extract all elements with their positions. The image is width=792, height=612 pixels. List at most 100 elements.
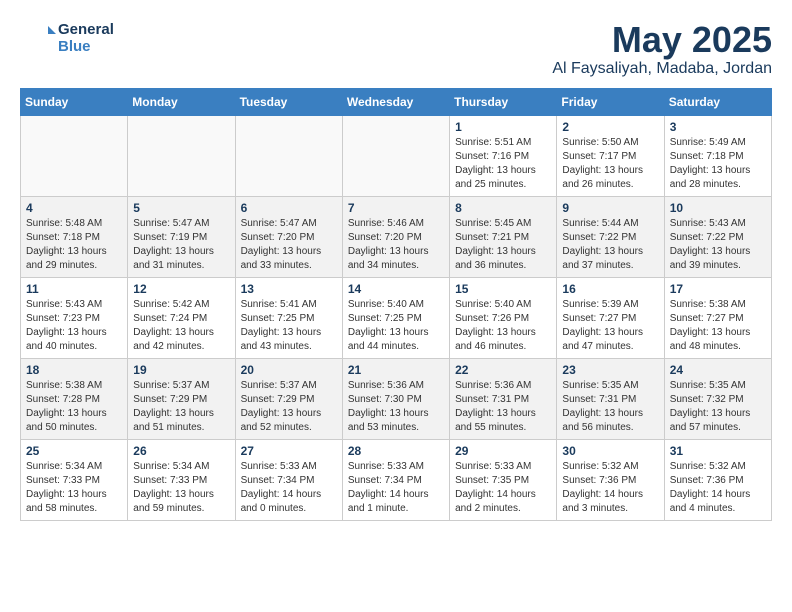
day-number: 15 [455, 282, 551, 296]
calendar-cell: 9 Sunrise: 5:44 AMSunset: 7:22 PMDaylight… [557, 196, 664, 277]
day-number: 23 [562, 363, 658, 377]
day-number: 24 [670, 363, 766, 377]
day-info: Sunrise: 5:45 AMSunset: 7:21 PMDaylight:… [455, 217, 551, 273]
day-info: Sunrise: 5:32 AMSunset: 7:36 PMDaylight:… [670, 460, 766, 516]
calendar-cell: 30 Sunrise: 5:32 AMSunset: 7:36 PMDayligh… [557, 439, 664, 520]
calendar-cell: 4 Sunrise: 5:48 AMSunset: 7:18 PMDaylight… [21, 196, 128, 277]
day-number: 14 [348, 282, 444, 296]
day-info: Sunrise: 5:37 AMSunset: 7:29 PMDaylight:… [133, 379, 229, 435]
calendar-cell: 22 Sunrise: 5:36 AMSunset: 7:31 PMDayligh… [450, 358, 557, 439]
calendar-cell: 5 Sunrise: 5:47 AMSunset: 7:19 PMDaylight… [128, 196, 235, 277]
calendar-cell: 20 Sunrise: 5:37 AMSunset: 7:29 PMDayligh… [235, 358, 342, 439]
calendar-cell: 13Sunrise: 5:41 AMSunset: 7:25 PMDayligh… [235, 277, 342, 358]
month-title: May 2025 [552, 20, 772, 60]
calendar-cell: 15 Sunrise: 5:40 AMSunset: 7:26 PMDayligh… [450, 277, 557, 358]
day-number: 28 [348, 444, 444, 458]
calendar-cell: 18Sunrise: 5:38 AMSunset: 7:28 PMDayligh… [21, 358, 128, 439]
day-info: Sunrise: 5:47 AMSunset: 7:20 PMDaylight:… [241, 217, 337, 273]
day-number: 20 [241, 363, 337, 377]
day-number: 9 [562, 201, 658, 215]
day-number: 11 [26, 282, 122, 296]
day-info: Sunrise: 5:33 AMSunset: 7:35 PMDaylight:… [455, 460, 551, 516]
logo: General Blue [20, 20, 114, 56]
day-number: 31 [670, 444, 766, 458]
day-info: Sunrise: 5:33 AMSunset: 7:34 PMDaylight:… [241, 460, 337, 516]
calendar-cell: 11 Sunrise: 5:43 AMSunset: 7:23 PMDayligh… [21, 277, 128, 358]
week-row-2: 4 Sunrise: 5:48 AMSunset: 7:18 PMDaylight… [21, 196, 772, 277]
calendar-cell: 7Sunrise: 5:46 AMSunset: 7:20 PMDaylight… [342, 196, 449, 277]
day-number: 26 [133, 444, 229, 458]
day-info: Sunrise: 5:50 AMSunset: 7:17 PMDaylight:… [562, 136, 658, 192]
calendar-cell [342, 115, 449, 196]
day-number: 3 [670, 120, 766, 134]
day-info: Sunrise: 5:35 AMSunset: 7:32 PMDaylight:… [670, 379, 766, 435]
col-thursday: Thursday [450, 88, 557, 115]
day-info: Sunrise: 5:43 AMSunset: 7:22 PMDaylight:… [670, 217, 766, 273]
day-info: Sunrise: 5:46 AMSunset: 7:20 PMDaylight:… [348, 217, 444, 273]
day-info: Sunrise: 5:48 AMSunset: 7:18 PMDaylight:… [26, 217, 122, 273]
month-location: May 2025 Al Faysaliyah, Madaba, Jordan [552, 20, 772, 78]
day-number: 27 [241, 444, 337, 458]
col-saturday: Saturday [664, 88, 771, 115]
day-info: Sunrise: 5:37 AMSunset: 7:29 PMDaylight:… [241, 379, 337, 435]
day-info: Sunrise: 5:40 AMSunset: 7:26 PMDaylight:… [455, 298, 551, 354]
day-info: Sunrise: 5:51 AMSunset: 7:16 PMDaylight:… [455, 136, 551, 192]
col-sunday: Sunday [21, 88, 128, 115]
day-number: 30 [562, 444, 658, 458]
day-info: Sunrise: 5:33 AMSunset: 7:34 PMDaylight:… [348, 460, 444, 516]
day-number: 5 [133, 201, 229, 215]
calendar-cell: 14 Sunrise: 5:40 AMSunset: 7:25 PMDayligh… [342, 277, 449, 358]
calendar-cell: 25Sunrise: 5:34 AMSunset: 7:33 PMDayligh… [21, 439, 128, 520]
calendar-cell: 19 Sunrise: 5:37 AMSunset: 7:29 PMDayligh… [128, 358, 235, 439]
day-number: 17 [670, 282, 766, 296]
week-row-1: 1Sunrise: 5:51 AMSunset: 7:16 PMDaylight… [21, 115, 772, 196]
calendar-table: Sunday Monday Tuesday Wednesday Thursday… [20, 88, 772, 521]
calendar-cell: 8 Sunrise: 5:45 AMSunset: 7:21 PMDaylight… [450, 196, 557, 277]
calendar-cell: 27 Sunrise: 5:33 AMSunset: 7:34 PMDayligh… [235, 439, 342, 520]
day-number: 12 [133, 282, 229, 296]
calendar-cell: 12 Sunrise: 5:42 AMSunset: 7:24 PMDayligh… [128, 277, 235, 358]
day-number: 22 [455, 363, 551, 377]
day-number: 21 [348, 363, 444, 377]
location-title: Al Faysaliyah, Madaba, Jordan [552, 60, 772, 78]
col-wednesday: Wednesday [342, 88, 449, 115]
calendar-cell: 10Sunrise: 5:43 AMSunset: 7:22 PMDayligh… [664, 196, 771, 277]
col-tuesday: Tuesday [235, 88, 342, 115]
day-number: 19 [133, 363, 229, 377]
day-info: Sunrise: 5:42 AMSunset: 7:24 PMDaylight:… [133, 298, 229, 354]
day-info: Sunrise: 5:40 AMSunset: 7:25 PMDaylight:… [348, 298, 444, 354]
calendar-cell [21, 115, 128, 196]
calendar-cell: 6 Sunrise: 5:47 AMSunset: 7:20 PMDaylight… [235, 196, 342, 277]
day-info: Sunrise: 5:41 AMSunset: 7:25 PMDaylight:… [241, 298, 337, 354]
day-number: 25 [26, 444, 122, 458]
week-row-3: 11 Sunrise: 5:43 AMSunset: 7:23 PMDayligh… [21, 277, 772, 358]
calendar-cell: 24 Sunrise: 5:35 AMSunset: 7:32 PMDayligh… [664, 358, 771, 439]
calendar-cell: 26 Sunrise: 5:34 AMSunset: 7:33 PMDayligh… [128, 439, 235, 520]
day-info: Sunrise: 5:43 AMSunset: 7:23 PMDaylight:… [26, 298, 122, 354]
day-number: 8 [455, 201, 551, 215]
day-info: Sunrise: 5:47 AMSunset: 7:19 PMDaylight:… [133, 217, 229, 273]
calendar-cell: 23 Sunrise: 5:35 AMSunset: 7:31 PMDayligh… [557, 358, 664, 439]
day-info: Sunrise: 5:35 AMSunset: 7:31 PMDaylight:… [562, 379, 658, 435]
day-number: 4 [26, 201, 122, 215]
day-info: Sunrise: 5:36 AMSunset: 7:31 PMDaylight:… [455, 379, 551, 435]
day-info: Sunrise: 5:44 AMSunset: 7:22 PMDaylight:… [562, 217, 658, 273]
calendar-cell: 1Sunrise: 5:51 AMSunset: 7:16 PMDaylight… [450, 115, 557, 196]
week-row-5: 25 Sunrise: 5:34 AMSunset: 7:33 PMDayligh… [21, 439, 772, 520]
col-monday: Monday [128, 88, 235, 115]
calendar-cell: 21Sunrise: 5:36 AMSunset: 7:30 PMDayligh… [342, 358, 449, 439]
calendar-cell: 2 Sunrise: 5:50 AMSunset: 7:17 PMDaylight… [557, 115, 664, 196]
week-row-4: 18Sunrise: 5:38 AMSunset: 7:28 PMDayligh… [21, 358, 772, 439]
day-info: Sunrise: 5:38 AMSunset: 7:27 PMDaylight:… [670, 298, 766, 354]
day-number: 2 [562, 120, 658, 134]
day-number: 6 [241, 201, 337, 215]
calendar-cell [128, 115, 235, 196]
day-info: Sunrise: 5:34 AMSunset: 7:33 PMDaylight:… [133, 460, 229, 516]
day-number: 29 [455, 444, 551, 458]
day-info: Sunrise: 5:49 AMSunset: 7:18 PMDaylight:… [670, 136, 766, 192]
calendar-cell: 31 Sunrise: 5:32 AMSunset: 7:36 PMDayligh… [664, 439, 771, 520]
calendar-cell [235, 115, 342, 196]
calendar-cell: 29 Sunrise: 5:33 AMSunset: 7:35 PMDayligh… [450, 439, 557, 520]
top-section: General Blue May 2025 Al Faysaliyah, Mad… [20, 20, 772, 78]
day-info: Sunrise: 5:32 AMSunset: 7:36 PMDaylight:… [562, 460, 658, 516]
